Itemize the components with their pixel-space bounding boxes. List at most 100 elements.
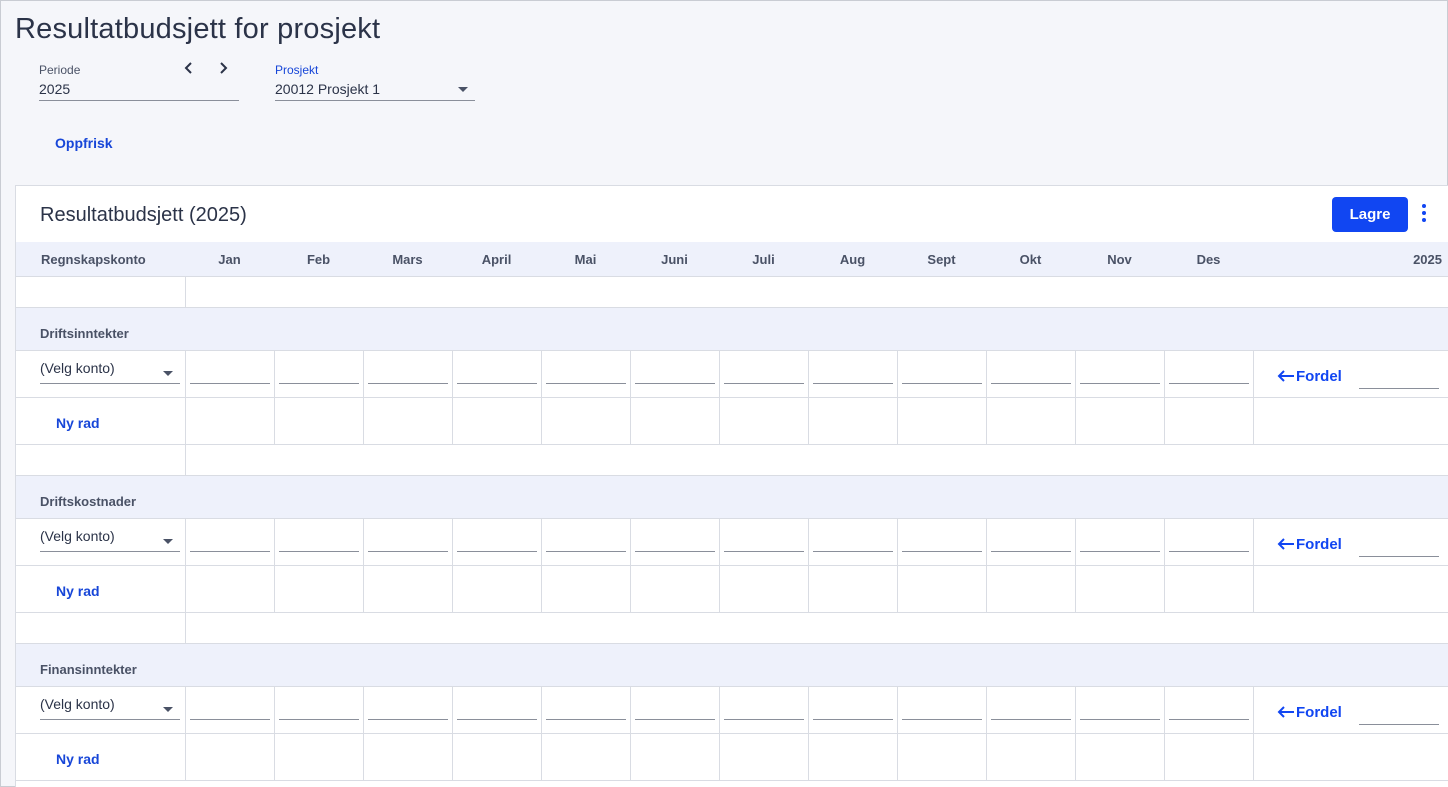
periode-field[interactable]: Periode 2025 bbox=[39, 63, 239, 101]
month-amount-input[interactable] bbox=[902, 530, 982, 552]
month-amount-input[interactable] bbox=[1169, 530, 1249, 552]
account-select[interactable]: (Velg konto) bbox=[40, 528, 180, 552]
month-amount-input[interactable] bbox=[635, 530, 715, 552]
month-amount-input[interactable] bbox=[190, 362, 270, 384]
distribute-button[interactable]: Fordel bbox=[1276, 536, 1342, 553]
month-amount-input[interactable] bbox=[279, 362, 359, 384]
save-button[interactable]: Lagre bbox=[1332, 197, 1408, 232]
account-column-header: Regnskapskonto bbox=[41, 252, 146, 267]
month-amount-input[interactable] bbox=[190, 530, 270, 552]
month-amount-input[interactable] bbox=[457, 362, 537, 384]
table-header: Regnskapskonto Jan Feb Mars April Mai Juni Jul… bbox=[16, 242, 1448, 277]
month-amount-input[interactable] bbox=[368, 362, 448, 384]
column-divider bbox=[986, 566, 987, 612]
distribute-label: Fordel bbox=[1296, 704, 1342, 721]
column-divider bbox=[986, 398, 987, 444]
month-amount-input[interactable] bbox=[546, 530, 626, 552]
month-amount-input[interactable] bbox=[1080, 698, 1160, 720]
column-divider bbox=[808, 519, 809, 565]
column-divider bbox=[274, 398, 275, 444]
total-amount-input[interactable] bbox=[1359, 705, 1439, 725]
total-amount-input[interactable] bbox=[1359, 537, 1439, 557]
month-column-header: Feb bbox=[306, 252, 331, 267]
month-amount-input[interactable] bbox=[813, 362, 893, 384]
month-amount-input[interactable] bbox=[991, 698, 1071, 720]
column-divider bbox=[719, 734, 720, 780]
prosjekt-underline bbox=[275, 100, 475, 101]
column-divider bbox=[185, 398, 186, 444]
distribute-button[interactable]: Fordel bbox=[1276, 368, 1342, 385]
month-amount-input[interactable] bbox=[1080, 530, 1160, 552]
month-amount-input[interactable] bbox=[724, 698, 804, 720]
month-amount-input[interactable] bbox=[635, 698, 715, 720]
spacer-row bbox=[16, 613, 1448, 644]
column-divider bbox=[452, 398, 453, 444]
section-header-row: Driftskostnader bbox=[16, 476, 1448, 519]
column-divider bbox=[719, 398, 720, 444]
month-amount-input[interactable] bbox=[635, 362, 715, 384]
kebab-dot-icon bbox=[1422, 211, 1426, 215]
new-row-button[interactable]: Ny rad bbox=[56, 415, 100, 431]
distribute-button[interactable]: Fordel bbox=[1276, 704, 1342, 721]
month-amount-input[interactable] bbox=[813, 698, 893, 720]
month-column-header: Aug bbox=[839, 252, 866, 267]
month-amount-input[interactable] bbox=[457, 530, 537, 552]
column-divider bbox=[1253, 351, 1254, 397]
month-amount-input[interactable] bbox=[368, 698, 448, 720]
column-divider bbox=[897, 734, 898, 780]
new-row-button[interactable]: Ny rad bbox=[56, 583, 100, 599]
account-select-value: (Velg konto) bbox=[40, 696, 115, 712]
month-amount-input[interactable] bbox=[279, 698, 359, 720]
new-row-button[interactable]: Ny rad bbox=[56, 751, 100, 767]
refresh-button[interactable]: Oppfrisk bbox=[55, 135, 113, 151]
month-amount-input[interactable] bbox=[1080, 362, 1160, 384]
month-column-header: Sept bbox=[927, 252, 956, 267]
budget-card: Resultatbudsjett (2025) Lagre Regnskapsk… bbox=[15, 185, 1448, 787]
previous-period-button[interactable] bbox=[180, 59, 198, 79]
month-amount-input[interactable] bbox=[991, 362, 1071, 384]
month-amount-input[interactable] bbox=[724, 530, 804, 552]
column-divider bbox=[630, 398, 631, 444]
column-divider bbox=[1075, 351, 1076, 397]
month-amount-input[interactable] bbox=[724, 362, 804, 384]
section-label: Driftskostnader bbox=[40, 494, 137, 509]
month-amount-input[interactable] bbox=[368, 530, 448, 552]
month-amount-input[interactable] bbox=[813, 530, 893, 552]
month-amount-input[interactable] bbox=[902, 698, 982, 720]
month-amount-input[interactable] bbox=[991, 530, 1071, 552]
month-amount-input[interactable] bbox=[279, 530, 359, 552]
more-options-button[interactable] bbox=[1419, 204, 1429, 226]
month-amount-input[interactable] bbox=[546, 362, 626, 384]
month-amount-input[interactable] bbox=[457, 698, 537, 720]
column-divider bbox=[1253, 519, 1254, 565]
column-divider bbox=[185, 687, 186, 733]
column-divider bbox=[363, 566, 364, 612]
month-amount-input[interactable] bbox=[902, 362, 982, 384]
column-divider bbox=[185, 613, 186, 643]
periode-label: Periode bbox=[39, 63, 81, 77]
month-amount-input[interactable] bbox=[1169, 698, 1249, 720]
column-divider bbox=[630, 566, 631, 612]
month-amount-input[interactable] bbox=[190, 698, 270, 720]
account-select[interactable]: (Velg konto) bbox=[40, 696, 180, 720]
budget-input-row: (Velg konto) Fordel bbox=[16, 351, 1448, 398]
spacer-row bbox=[16, 445, 1448, 476]
periode-value[interactable]: 2025 bbox=[39, 81, 239, 97]
column-divider bbox=[986, 519, 987, 565]
next-period-button[interactable] bbox=[214, 59, 232, 79]
month-amount-input[interactable] bbox=[1169, 362, 1249, 384]
prosjekt-select[interactable]: Prosjekt 20012 Prosjekt 1 bbox=[275, 63, 475, 101]
chevron-left-icon bbox=[184, 62, 192, 74]
column-divider bbox=[719, 519, 720, 565]
prosjekt-label: Prosjekt bbox=[275, 63, 319, 77]
periode-underline bbox=[39, 100, 239, 101]
month-column-header: Okt bbox=[1019, 252, 1042, 267]
total-amount-input[interactable] bbox=[1359, 369, 1439, 389]
column-divider bbox=[719, 566, 720, 612]
account-select[interactable]: (Velg konto) bbox=[40, 360, 180, 384]
month-amount-input[interactable] bbox=[546, 698, 626, 720]
column-divider bbox=[897, 398, 898, 444]
section-header-row: Driftsinntekter bbox=[16, 308, 1448, 351]
prosjekt-value[interactable]: 20012 Prosjekt 1 bbox=[275, 81, 475, 97]
column-divider bbox=[630, 734, 631, 780]
